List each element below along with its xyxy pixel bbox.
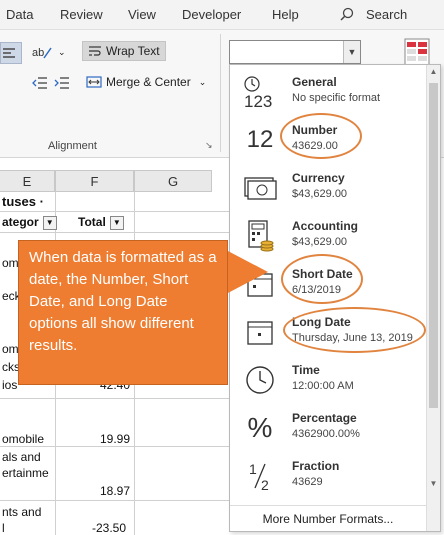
number-12-icon: 12 — [246, 126, 274, 153]
format-name: Fraction — [292, 459, 340, 473]
highlight-oval-number — [280, 113, 362, 159]
format-example: No specific format — [292, 92, 381, 104]
callout-arrow — [226, 250, 268, 294]
format-name: Time — [292, 363, 320, 377]
format-name: Percentage — [292, 411, 357, 425]
format-item-fraction[interactable]: 12 Fraction 43629 — [230, 453, 425, 501]
menu-developer[interactable]: Developer — [182, 7, 241, 22]
table-cell[interactable]: ertainme — [2, 466, 49, 480]
alignment-group-label: Alignment — [48, 140, 97, 152]
clock-icon — [240, 363, 280, 397]
format-example: $43,629.00 — [292, 236, 348, 248]
table-cell[interactable]: l — [2, 521, 5, 535]
wrap-text-label: Wrap Text — [106, 44, 160, 58]
more-number-formats-link[interactable]: More Number Formats... — [230, 505, 426, 531]
format-example: 43629 — [292, 476, 323, 488]
wrap-text-button[interactable]: Wrap Text — [82, 41, 166, 61]
column-header-g[interactable]: G — [134, 170, 212, 192]
grid-line — [0, 232, 230, 233]
format-example: 12:00:00 AM — [292, 380, 354, 392]
grid-line — [0, 446, 230, 447]
column-header-e[interactable]: E — [0, 170, 55, 192]
highlight-oval-short-date — [281, 254, 363, 304]
format-example: 4362900.00% — [292, 428, 360, 440]
accounting-icon — [240, 219, 280, 253]
table-cell-total[interactable]: -23.50 — [92, 521, 126, 535]
format-item-currency[interactable]: Currency $43,629.00 — [230, 165, 425, 213]
scroll-up-icon[interactable]: ▲ — [427, 67, 440, 81]
percent-icon: % — [247, 412, 273, 443]
filter-dropdown-icon[interactable]: ▼ — [42, 215, 57, 230]
group-divider — [220, 34, 221, 152]
menu-help[interactable]: Help — [272, 7, 299, 22]
svg-text:ab: ab — [32, 47, 44, 59]
table-cell-total[interactable]: 19.99 — [100, 432, 130, 446]
fraction-icon: 12 — [240, 459, 280, 493]
decrease-indent-icon[interactable] — [32, 76, 48, 90]
merge-center-button[interactable]: Merge & Center ⌄ — [86, 75, 206, 89]
format-name: Accounting — [292, 219, 358, 233]
merge-center-label: Merge & Center — [106, 75, 191, 89]
svg-text:123: 123 — [244, 92, 272, 110]
category-header-cell[interactable]: ategor ▼ — [2, 215, 57, 230]
increase-indent-icon[interactable] — [54, 76, 70, 90]
grid-line — [0, 211, 230, 212]
orientation-icon[interactable]: ab ⌄ — [32, 44, 66, 60]
scroll-down-icon[interactable]: ▼ — [427, 479, 440, 493]
scrollbar-thumb[interactable] — [429, 83, 438, 408]
align-left-icon[interactable] — [0, 42, 22, 64]
annotation-callout: When data is formatted as a date, the Nu… — [18, 240, 228, 385]
svg-text:1: 1 — [249, 461, 257, 477]
grid-line — [0, 500, 230, 501]
table-title-cell[interactable]: tuses · — [2, 194, 44, 209]
column-header-f[interactable]: F — [55, 170, 134, 192]
format-item-general[interactable]: 123 General No specific format — [230, 69, 425, 117]
highlight-oval-long-date — [283, 307, 426, 353]
menu-bar: Data Review View Developer Help Search — [0, 0, 444, 30]
menu-data[interactable]: Data — [6, 7, 33, 22]
search-icon[interactable] — [340, 7, 354, 24]
general-123-icon: 123 — [240, 75, 280, 110]
table-cell-total[interactable]: 18.97 — [100, 484, 130, 498]
table-cell[interactable]: om — [2, 342, 19, 356]
number-format-combobox[interactable]: ▼ — [229, 40, 361, 64]
total-header-cell[interactable]: Total ▼ — [78, 215, 124, 230]
svg-text:2: 2 — [261, 477, 269, 492]
filter-dropdown-icon[interactable]: ▼ — [109, 215, 124, 230]
chevron-down-icon[interactable]: ▼ — [343, 41, 360, 63]
table-cell[interactable]: ios — [2, 378, 17, 392]
long-date-icon — [240, 315, 280, 349]
search-label[interactable]: Search — [366, 7, 407, 22]
conditional-formatting-icon[interactable] — [404, 38, 430, 66]
table-cell[interactable]: als and — [2, 450, 41, 464]
format-name: General — [292, 75, 337, 89]
format-item-percentage[interactable]: % Percentage 4362900.00% — [230, 405, 425, 453]
callout-text: When data is formatted as a date, the Nu… — [29, 249, 217, 354]
menu-review[interactable]: Review — [60, 7, 103, 22]
dialog-launcher-icon[interactable]: ↘ — [205, 140, 213, 151]
format-example: $43,629.00 — [292, 188, 348, 200]
grid-line — [0, 398, 230, 399]
format-item-time[interactable]: Time 12:00:00 AM — [230, 357, 425, 405]
dropdown-scrollbar[interactable]: ▲ ▼ — [426, 65, 440, 531]
table-cell[interactable]: omobile — [2, 432, 44, 446]
menu-view[interactable]: View — [128, 7, 156, 22]
format-name: Currency — [292, 171, 345, 185]
table-cell[interactable]: nts and — [2, 505, 41, 519]
currency-icon — [240, 171, 280, 205]
